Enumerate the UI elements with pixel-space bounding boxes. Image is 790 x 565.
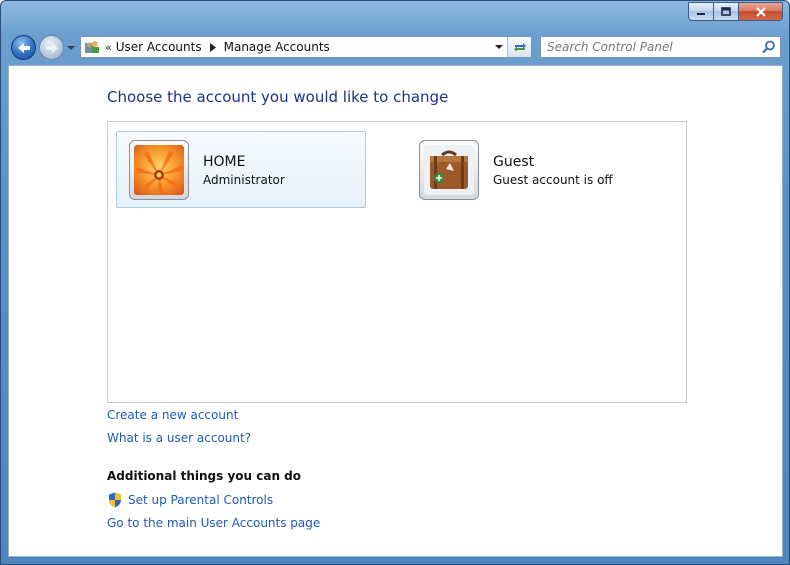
search-icon[interactable] xyxy=(762,40,776,54)
recent-pages-dropdown[interactable] xyxy=(66,43,76,53)
back-button[interactable] xyxy=(11,35,36,60)
minimize-button[interactable] xyxy=(688,2,714,21)
breadcrumb-overflow[interactable]: « xyxy=(105,41,112,54)
navigation-bar: « User Accounts Manage Accounts xyxy=(1,31,789,63)
forward-arrow-icon xyxy=(45,42,58,53)
refresh-button[interactable] xyxy=(507,37,531,57)
uac-shield-icon xyxy=(109,492,121,508)
account-type: Administrator xyxy=(203,173,285,187)
account-picture xyxy=(419,140,479,200)
main-user-accounts-link[interactable]: Go to the main User Accounts page xyxy=(107,516,320,530)
account-tile-home[interactable]: HOME Administrator xyxy=(116,131,366,208)
minimize-icon xyxy=(697,12,705,15)
close-button[interactable] xyxy=(739,2,783,21)
breadcrumb-manage-accounts[interactable]: Manage Accounts xyxy=(224,40,330,54)
search-input[interactable] xyxy=(547,40,762,54)
what-is-user-account-link[interactable]: What is a user account? xyxy=(107,431,251,445)
maximize-icon xyxy=(721,6,731,16)
flower-picture xyxy=(134,145,184,195)
breadcrumb-separator-icon[interactable] xyxy=(209,42,216,52)
suitcase-picture xyxy=(424,145,474,195)
forward-button[interactable] xyxy=(39,35,64,60)
maximize-button[interactable] xyxy=(714,2,739,21)
create-new-account-link[interactable]: Create a new account xyxy=(107,408,238,422)
window-frame: « User Accounts Manage Accounts Search C… xyxy=(0,0,790,565)
refresh-icon xyxy=(513,43,526,52)
chevron-down-icon xyxy=(67,46,75,50)
account-name: Guest xyxy=(493,154,535,170)
account-tile-guest[interactable]: Guest Guest account is off xyxy=(406,131,656,208)
control-panel-icon xyxy=(83,39,101,55)
search-box[interactable] xyxy=(540,36,781,58)
caption-buttons xyxy=(688,2,783,21)
accounts-list: HOME Administrator Guest Guest account i… xyxy=(107,121,687,403)
back-arrow-icon xyxy=(17,42,30,53)
close-icon xyxy=(755,6,766,17)
content-pane: Choose the account you would like to cha… xyxy=(8,65,783,557)
breadcrumb-user-accounts[interactable]: User Accounts xyxy=(116,40,202,54)
additional-things-heading: Additional things you can do xyxy=(107,469,302,483)
address-bar[interactable]: « User Accounts Manage Accounts xyxy=(80,36,532,58)
chevron-down-icon xyxy=(495,45,503,49)
parental-controls-link[interactable]: Set up Parental Controls xyxy=(128,493,273,507)
account-status: Guest account is off xyxy=(493,173,613,187)
account-name: HOME xyxy=(203,154,246,170)
page-title: Choose the account you would like to cha… xyxy=(107,88,449,106)
account-picture xyxy=(129,140,189,200)
address-history-dropdown[interactable] xyxy=(494,42,504,52)
